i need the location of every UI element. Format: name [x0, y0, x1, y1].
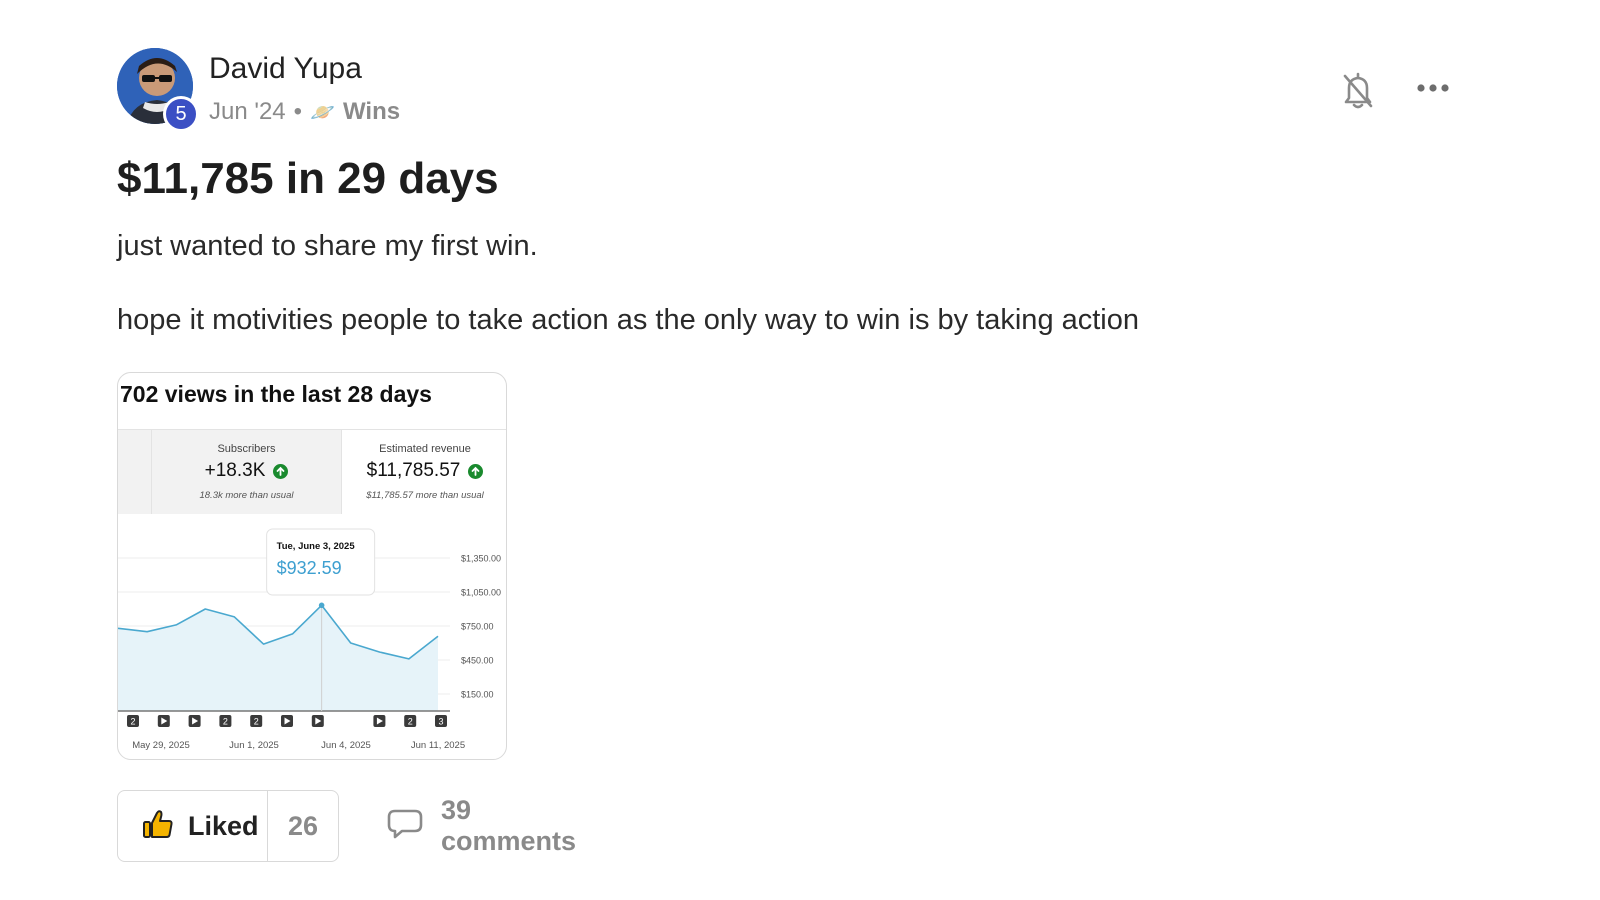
level-badge: 5 — [163, 96, 199, 132]
marker-count: 2 — [254, 717, 259, 727]
stat-revenue: Estimated revenue $11,785.57 $11,785.57 … — [342, 430, 506, 514]
post-card: 5 David Yupa Jun '24 • 🪐 Wins $11,785 in… — [117, 46, 1487, 862]
author-avatar[interactable]: 5 — [117, 48, 199, 132]
post-body-line: hope it motivities people to take action… — [117, 304, 1140, 336]
revenue-chart: $1,350.00 $1,050.00 $750.00 $450.00 $150.00 T… — [118, 513, 506, 759]
thumbs-up-icon — [142, 809, 174, 844]
y-tick-label: $750.00 — [461, 622, 494, 632]
y-tick-label: $1,350.00 — [461, 554, 501, 564]
stat-value: $11,785.57 — [366, 460, 461, 481]
stat-note: 18.3k more than usual — [199, 490, 294, 501]
arrow-up-icon — [273, 463, 289, 479]
x-tick-label: Jun 1, 2025 — [229, 740, 279, 751]
stat-subscribers: Subscribers +18.3K 18.3k more than usual — [152, 430, 342, 514]
category-emoji-icon: 🪐 — [310, 101, 335, 124]
like-control: Liked 26 — [117, 790, 339, 862]
marker-count: 3 — [438, 717, 443, 727]
post-header: 5 David Yupa Jun '24 • 🪐 Wins — [117, 46, 1487, 132]
y-tick-label: $1,050.00 — [461, 588, 501, 598]
y-tick-label: $150.00 — [461, 690, 494, 700]
post-meta: Jun '24 • 🪐 Wins — [209, 98, 400, 126]
arrow-up-icon — [468, 463, 484, 479]
tooltip-date: Tue, June 3, 2025 — [277, 541, 356, 552]
highlight-point — [318, 602, 325, 609]
comments-button[interactable]: 39 comments — [387, 790, 576, 862]
marker-count: 2 — [223, 717, 228, 727]
x-tick-label: Jun 4, 2025 — [321, 740, 371, 751]
category-link[interactable]: Wins — [343, 98, 400, 126]
marker-count: 2 — [408, 717, 413, 727]
analytics-title: 702 views in the last 28 days — [120, 381, 432, 407]
tooltip-value: $932.59 — [277, 558, 342, 578]
stat-value: +18.3K — [204, 460, 266, 481]
post-date[interactable]: Jun '24 — [209, 98, 286, 126]
y-tick-label: $450.00 — [461, 656, 494, 666]
meta-separator: • — [293, 98, 303, 125]
post-title: $11,785 in 29 days — [117, 154, 499, 203]
like-label: Liked — [188, 810, 259, 841]
like-count[interactable]: 26 — [268, 791, 338, 861]
x-tick-label: Jun 11, 2025 — [411, 740, 465, 751]
post-image-analytics-screenshot[interactable]: 702 views in the last 28 days Subscriber… — [117, 372, 507, 760]
x-tick-label: May 29, 2025 — [132, 740, 190, 751]
stat-label: Estimated revenue — [379, 443, 471, 455]
analytics-stats: Subscribers +18.3K 18.3k more than usual… — [118, 429, 506, 514]
stat-label: Subscribers — [217, 443, 276, 455]
author-name[interactable]: David Yupa — [209, 52, 362, 86]
stat-stub — [118, 430, 152, 514]
stat-value-row: +18.3K — [152, 460, 341, 482]
comment-bubble-icon — [387, 808, 423, 845]
stat-value-row: $11,785.57 — [342, 460, 506, 482]
comments-label: 39 comments — [441, 795, 577, 856]
revenue-chart-svg: $1,350.00 $1,050.00 $750.00 $450.00 $150.00 T… — [118, 528, 501, 751]
marker-count: 2 — [130, 717, 135, 727]
chart-area — [118, 605, 438, 711]
like-button[interactable]: Liked — [118, 791, 268, 861]
post-body-line: just wanted to share my first win. — [117, 230, 538, 262]
bell-off-icon[interactable] — [1341, 70, 1375, 110]
stat-note: $11,785.57 more than usual — [366, 490, 484, 501]
more-horizontal-icon[interactable] — [1415, 76, 1451, 100]
